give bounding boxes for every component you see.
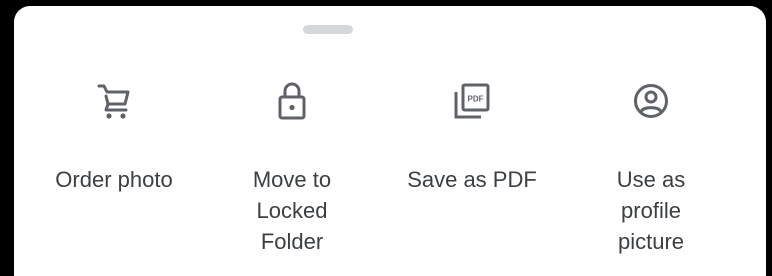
shopping-cart-icon (94, 76, 134, 126)
account-circle-icon (631, 76, 671, 126)
order-photo-button[interactable]: Order photo (34, 76, 194, 195)
bottom-sheet: Order photo Move to Locked Folder PDF Sa… (14, 6, 766, 276)
move-to-locked-folder-label: Move to Locked Folder (252, 167, 332, 254)
save-as-pdf-label: Save as PDF (407, 167, 537, 192)
order-photo-label: Order photo (55, 167, 173, 192)
move-to-locked-folder-button[interactable]: Move to Locked Folder (212, 76, 372, 257)
drag-handle[interactable] (303, 25, 353, 34)
use-as-profile-picture-button[interactable]: Use as profile picture (571, 76, 731, 257)
use-as-profile-picture-label: Use as profile picture (616, 167, 686, 254)
pdf-icon: PDF (452, 76, 492, 126)
svg-text:PDF: PDF (468, 95, 484, 104)
save-as-pdf-button[interactable]: PDF Save as PDF (392, 76, 552, 195)
lock-icon (272, 76, 312, 126)
